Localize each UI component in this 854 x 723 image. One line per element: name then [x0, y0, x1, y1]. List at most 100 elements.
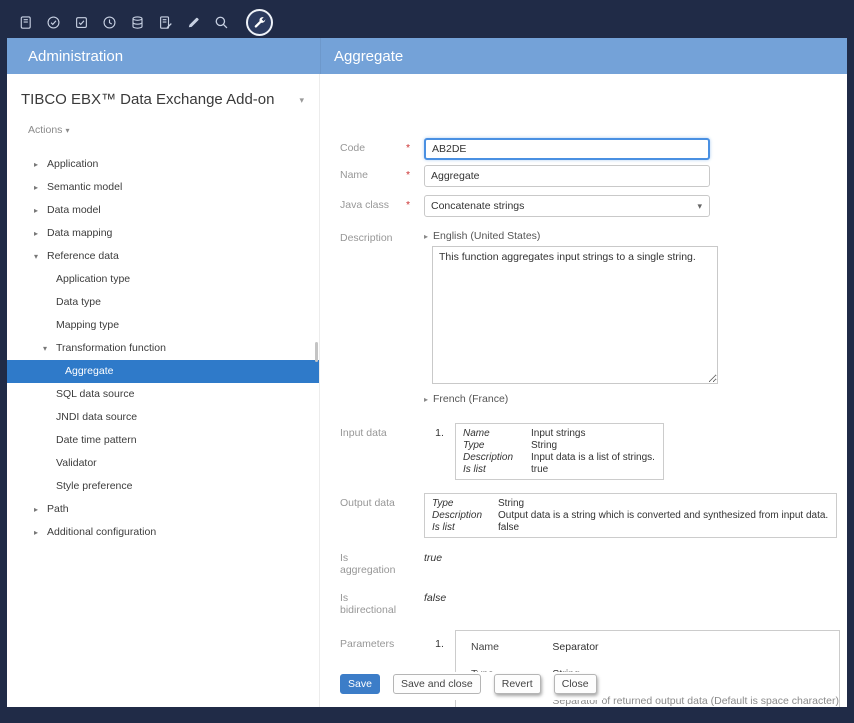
tree-item-reference-data[interactable]: ▾Reference data: [7, 245, 319, 268]
java-class-select[interactable]: Concatenate strings ▾: [424, 195, 710, 217]
chevron-right-icon[interactable]: ▸: [34, 521, 47, 544]
locale-toggle-french[interactable]: ▸French (France): [424, 391, 718, 407]
field-label-name: Name: [340, 165, 406, 181]
field-row-name: Name *: [340, 165, 847, 187]
tree-item-label: SQL data source: [56, 388, 134, 400]
save-and-close-button[interactable]: Save and close: [393, 674, 481, 694]
tree-item-label: Date time pattern: [56, 434, 137, 446]
chevron-right-icon[interactable]: ▸: [34, 222, 47, 245]
attribute-label: Description: [432, 509, 498, 521]
chevron-right-icon[interactable]: ▸: [34, 199, 47, 222]
locale-name: English (United States): [433, 230, 540, 242]
tree-item-additional-configuration[interactable]: ▸Additional configuration: [7, 521, 319, 544]
tree-item-sql-data-source[interactable]: SQL data source: [7, 383, 319, 406]
clock-icon[interactable]: [101, 14, 118, 31]
table-row: TypeString: [432, 497, 828, 509]
field-label-is-bidirectional: Is bidirectional: [340, 588, 406, 616]
tree-item-transformation-function[interactable]: ▾Transformation function: [7, 337, 319, 360]
attribute-value: true: [531, 463, 655, 475]
tree-item-data-model[interactable]: ▸Data model: [7, 199, 319, 222]
tree-item-label: Validator: [56, 457, 97, 469]
form-edit-icon[interactable]: [157, 14, 174, 31]
close-button[interactable]: Close: [554, 674, 597, 694]
tree-item-application[interactable]: ▸Application: [7, 153, 319, 176]
sidebar-header: Administration: [7, 38, 320, 74]
tree-item-style-preference[interactable]: Style preference: [7, 475, 319, 498]
tree-item-semantic-model[interactable]: ▸Semantic model: [7, 176, 319, 199]
attribute-label: Name: [463, 427, 531, 439]
attribute-label: Type: [463, 439, 531, 451]
tree-item-application-type[interactable]: Application type: [7, 268, 319, 291]
attribute-value: Input strings: [531, 427, 655, 439]
chevron-down-icon: ▾: [697, 201, 702, 212]
chevron-down-icon[interactable]: ▾: [43, 337, 56, 360]
field-label-output-data: Output data: [340, 493, 406, 509]
is-bidirectional-value: false: [424, 588, 446, 604]
tree-item-validator[interactable]: Validator: [7, 452, 319, 475]
chevron-down-icon[interactable]: ▾: [34, 245, 47, 268]
locale-toggle-english[interactable]: ▸English (United States): [424, 228, 718, 244]
required-spacer: [406, 493, 424, 497]
tree-item-mapping-type[interactable]: Mapping type: [7, 314, 319, 337]
code-input[interactable]: [424, 138, 710, 160]
field-row-code: Code *: [340, 138, 847, 160]
tree-item-label: Semantic model: [47, 181, 122, 193]
tree-item-data-type[interactable]: Data type: [7, 291, 319, 314]
table-row: DescriptionInput data is a list of strin…: [463, 451, 655, 463]
tree-item-label: Path: [47, 503, 69, 515]
checkbox-icon[interactable]: [73, 14, 90, 31]
book-icon[interactable]: [17, 14, 34, 31]
required-spacer: [406, 588, 424, 592]
required-spacer: [406, 423, 424, 427]
field-label-code: Code: [340, 138, 406, 154]
table-row: NameSeparator: [471, 633, 839, 660]
tree-item-label: Style preference: [56, 480, 132, 492]
module-title: TIBCO EBX™ Data Exchange Add-on: [21, 90, 296, 110]
top-toolbar: [7, 7, 847, 38]
admin-section-title: Administration: [28, 48, 123, 65]
required-asterisk: *: [406, 165, 424, 181]
attribute-value: Input data is a list of strings.: [531, 451, 655, 463]
database-icon[interactable]: [129, 14, 146, 31]
field-label-input-data: Input data: [340, 423, 406, 439]
tree-item-label: Additional configuration: [47, 526, 156, 538]
module-title-row: TIBCO EBX™ Data Exchange Add-on ▾: [7, 74, 319, 111]
table-row: TypeString: [463, 439, 655, 451]
check-circle-icon[interactable]: [45, 14, 62, 31]
content-header: Aggregate: [320, 38, 847, 74]
input-data-table: NameInput stringsTypeStringDescriptionIn…: [455, 423, 664, 480]
attribute-label: Type: [432, 497, 498, 509]
required-spacer: [406, 548, 424, 552]
wrench-icon: [253, 16, 267, 30]
tree-item-aggregate[interactable]: Aggregate: [7, 360, 319, 383]
chevron-down-icon[interactable]: ▾: [296, 90, 307, 111]
sidebar: TIBCO EBX™ Data Exchange Add-on ▾ Action…: [7, 74, 320, 707]
scrollbar-thumb[interactable]: [315, 342, 318, 362]
description-textarea[interactable]: This function aggregates input strings t…: [432, 246, 718, 384]
actions-label: Actions: [28, 124, 62, 136]
attribute-value: String: [498, 497, 828, 509]
app-body: TIBCO EBX™ Data Exchange Add-on ▾ Action…: [7, 74, 847, 707]
tree-item-path[interactable]: ▸Path: [7, 498, 319, 521]
chevron-right-icon[interactable]: ▸: [34, 498, 47, 521]
input-data-control: 1. NameInput stringsTypeStringDescriptio…: [424, 423, 664, 480]
tree-item-label: Data mapping: [47, 227, 112, 239]
table-row: Is listtrue: [463, 463, 655, 475]
revert-button[interactable]: Revert: [494, 674, 541, 694]
tree-item-label: Mapping type: [56, 319, 119, 331]
output-data-table: TypeStringDescriptionOutput data is a st…: [424, 493, 837, 538]
administration-active-tool[interactable]: [246, 9, 273, 36]
save-button[interactable]: Save: [340, 674, 380, 694]
actions-menu[interactable]: Actions▾: [28, 124, 319, 136]
search-icon[interactable]: [213, 14, 230, 31]
name-input[interactable]: [424, 165, 710, 187]
field-row-java-class: Java class * Concatenate strings ▾: [340, 195, 847, 217]
tree-item-jndi-data-source[interactable]: JNDI data source: [7, 406, 319, 429]
chevron-right-icon[interactable]: ▸: [34, 153, 47, 176]
chevron-right-icon[interactable]: ▸: [34, 176, 47, 199]
field-row-is-bidirectional: Is bidirectional false: [340, 588, 847, 616]
tree-item-date-time-pattern[interactable]: Date time pattern: [7, 429, 319, 452]
tree-item-data-mapping[interactable]: ▸Data mapping: [7, 222, 319, 245]
field-row-output-data: Output data TypeStringDescriptionOutput …: [340, 493, 847, 538]
pen-icon[interactable]: [185, 14, 202, 31]
